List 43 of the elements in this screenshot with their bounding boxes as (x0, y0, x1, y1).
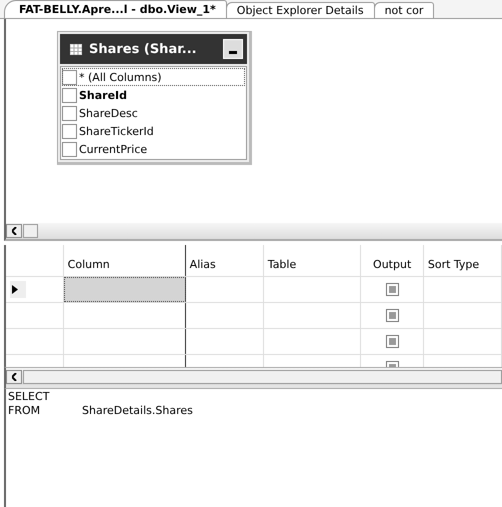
column-row[interactable]: * (All Columns) (62, 68, 245, 86)
column-row[interactable]: ShareId (62, 86, 245, 104)
table-window[interactable]: Shares (Shar... * (All Columns) ShareId ShareDesc ShareTickerId CurrentPrice (57, 31, 252, 165)
column-row[interactable]: CurrentPrice (62, 140, 245, 158)
column-name: * (All Columns) (79, 70, 162, 84)
column-name: ShareId (79, 88, 128, 102)
scroll-thumb[interactable] (23, 370, 502, 384)
column-header[interactable]: Sort Type (424, 245, 502, 276)
column-row[interactable]: ShareTickerId (62, 122, 245, 140)
column-header[interactable]: Column (64, 245, 186, 276)
sql-keyword: FROM (8, 404, 42, 418)
output-checkbox[interactable] (386, 309, 399, 322)
column-name: CurrentPrice (79, 142, 148, 156)
scroll-thumb[interactable] (23, 224, 38, 238)
column-header[interactable]: Output (361, 245, 424, 276)
horizontal-scrollbar[interactable] (4, 223, 502, 241)
checkbox[interactable] (62, 70, 77, 84)
output-checkbox[interactable] (386, 283, 399, 296)
tab[interactable]: FAT-BELLY.Apre...l - dbo.View_1* (4, 0, 227, 18)
tab[interactable]: not cor (374, 2, 434, 18)
column-header[interactable]: Table (264, 245, 362, 276)
grid-icon (70, 44, 82, 54)
checkbox[interactable] (62, 88, 77, 102)
horizontal-scrollbar[interactable] (4, 367, 502, 385)
current-row-icon (10, 281, 26, 298)
sql-pane[interactable]: SELECT FROM ShareDetails.Shares (4, 389, 502, 507)
scroll-left-button[interactable] (6, 224, 22, 238)
output-checkbox[interactable] (386, 335, 399, 348)
checkbox[interactable] (62, 106, 77, 120)
table-cell[interactable] (64, 277, 186, 302)
minimize-icon (229, 51, 237, 54)
checkbox[interactable] (62, 124, 77, 138)
tab[interactable]: Object Explorer Details (226, 2, 375, 18)
scroll-left-button[interactable] (6, 370, 22, 384)
checkbox[interactable] (62, 142, 77, 156)
sql-keyword: SELECT (8, 390, 50, 404)
sql-text: ShareDetails.Shares (82, 404, 193, 418)
column-name: ShareTickerId (79, 124, 154, 138)
table-title: Shares (Shar... (89, 42, 198, 56)
column-name: ShareDesc (79, 106, 138, 120)
column-header[interactable]: Alias (186, 245, 264, 276)
column-row[interactable]: ShareDesc (62, 104, 245, 122)
minimize-button[interactable] (223, 39, 243, 59)
